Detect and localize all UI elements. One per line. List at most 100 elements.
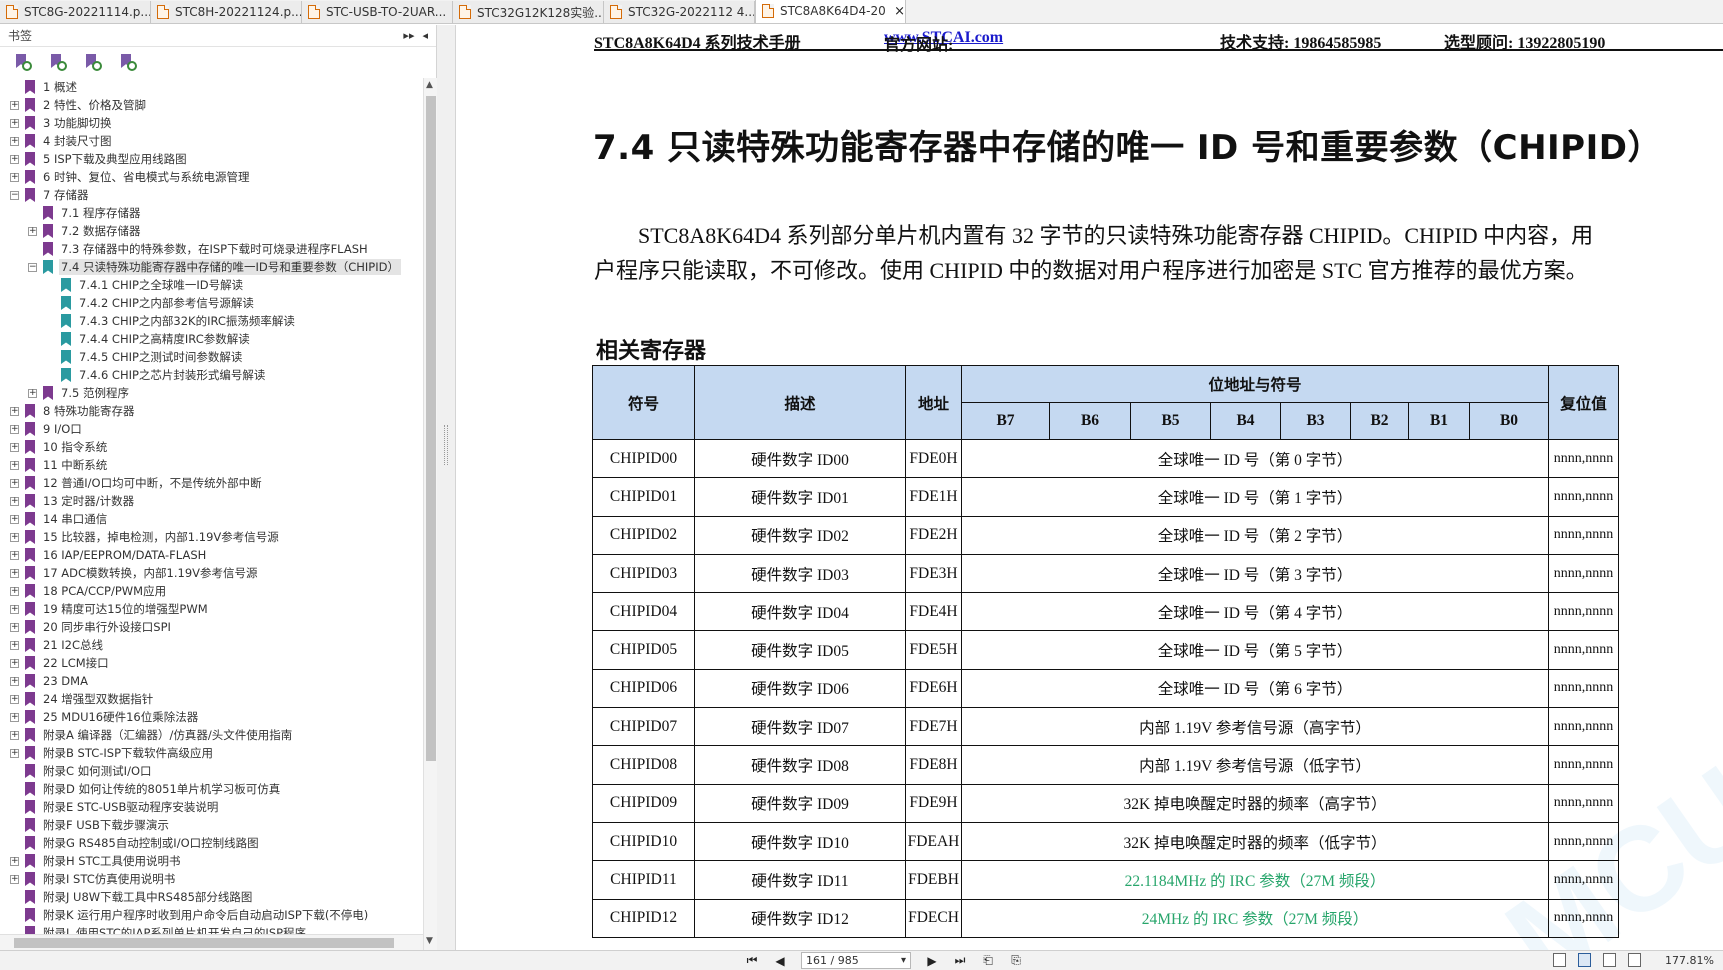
bookmark-find-icon[interactable] bbox=[119, 53, 137, 71]
bookmark-item[interactable]: +25 MDU16硬件16位乘除法器 bbox=[0, 708, 423, 726]
panel-splitter[interactable] bbox=[437, 25, 456, 950]
expand-icon[interactable]: + bbox=[10, 118, 19, 128]
expand-icon[interactable]: + bbox=[10, 514, 19, 524]
bookmark-item[interactable]: +23 DMA bbox=[0, 672, 423, 690]
expand-icon[interactable]: + bbox=[10, 676, 19, 686]
bookmark-item[interactable]: +15 比较器，掉电检测，内部1.19V参考信号源 bbox=[0, 528, 423, 546]
bookmark-item[interactable]: 附录E STC-USB驱动程序安装说明 bbox=[0, 798, 423, 816]
bookmark-item[interactable]: 1 概述 bbox=[0, 78, 423, 96]
prev-page-icon[interactable]: ◀ bbox=[773, 954, 787, 968]
bookmark-item[interactable]: + 附录B STC-ISP下载软件高级应用 bbox=[0, 744, 423, 762]
continuous-view-icon[interactable] bbox=[1578, 953, 1591, 967]
bookmark-item[interactable]: 7.4.6 CHIP之芯片封装形式编号解读 bbox=[0, 366, 423, 384]
scroll-down-icon[interactable]: ▼ bbox=[426, 936, 433, 946]
expand-icon[interactable]: + bbox=[10, 622, 19, 632]
bookmark-item[interactable]: 附录G RS485自动控制或I/O口控制线路图 bbox=[0, 834, 423, 852]
expand-icon[interactable]: + bbox=[10, 100, 19, 110]
expand-icon[interactable]: + bbox=[28, 226, 37, 236]
bookmark-item[interactable]: 7.4.2 CHIP之内部参考信号源解读 bbox=[0, 294, 423, 312]
last-page-icon[interactable]: ⏭ bbox=[953, 953, 967, 968]
expand-icon[interactable]: + bbox=[10, 604, 19, 614]
book-view-icon[interactable] bbox=[1628, 953, 1641, 967]
collapse-icon[interactable]: − bbox=[10, 190, 19, 200]
bookmark-item[interactable]: +14 串口通信 bbox=[0, 510, 423, 528]
bookmark-item[interactable]: +2 特性、价格及管脚 bbox=[0, 96, 423, 114]
collapse-icon[interactable]: − bbox=[28, 262, 37, 272]
panel-close-icon[interactable]: ◂ bbox=[422, 29, 428, 42]
expand-icon[interactable]: + bbox=[10, 406, 19, 416]
bookmark-item[interactable]: +8 特殊功能寄存器 bbox=[0, 402, 423, 420]
expand-icon[interactable]: + bbox=[10, 568, 19, 578]
first-page-icon[interactable]: ⏮ bbox=[745, 953, 759, 968]
document-tab[interactable]: STC32G12K128实验... bbox=[453, 1, 604, 23]
expand-icon[interactable]: + bbox=[10, 478, 19, 488]
bookmark-item[interactable]: + 附录I STC仿真使用说明书 bbox=[0, 870, 423, 888]
panel-expand-icon[interactable]: ▸▸ bbox=[403, 29, 414, 42]
bookmark-item[interactable]: 7.3 存储器中的特殊参数，在ISP下载时可烧录进程序FLASH bbox=[0, 240, 423, 258]
bookmark-item[interactable]: +16 IAP/EEPROM/DATA-FLASH bbox=[0, 546, 423, 564]
bookmark-item[interactable]: 7.4.3 CHIP之内部32K的IRC振荡频率解读 bbox=[0, 312, 423, 330]
sidebar-horizontal-scrollbar[interactable] bbox=[0, 934, 423, 950]
bookmark-item[interactable]: 7.4.4 CHIP之高精度IRC参数解读 bbox=[0, 330, 423, 348]
bookmark-item[interactable]: 附录C 如何测试I/O口 bbox=[0, 762, 423, 780]
bookmark-item[interactable]: 7.1 程序存储器 bbox=[0, 204, 423, 222]
scroll-thumb-horizontal[interactable] bbox=[14, 938, 394, 948]
bookmark-item[interactable]: +24 增强型双数据指针 bbox=[0, 690, 423, 708]
expand-icon[interactable]: + bbox=[10, 712, 19, 722]
splitter-grip[interactable] bbox=[444, 425, 448, 465]
sidebar-vertical-scrollbar[interactable]: ▲ ▼ bbox=[423, 78, 437, 950]
expand-icon[interactable]: + bbox=[10, 586, 19, 596]
bookmark-item[interactable]: 7.4.5 CHIP之测试时间参数解读 bbox=[0, 348, 423, 366]
document-tab[interactable]: STC32G-2022112 4... bbox=[604, 1, 755, 23]
expand-icon[interactable]: + bbox=[10, 532, 19, 542]
expand-icon[interactable]: + bbox=[10, 730, 19, 740]
expand-icon[interactable]: + bbox=[10, 154, 19, 164]
expand-icon[interactable]: + bbox=[28, 388, 37, 398]
bookmark-item[interactable]: +17 ADC模数转换，内部1.19V参考信号源 bbox=[0, 564, 423, 582]
document-tab[interactable]: STC8H-20221124.p... bbox=[151, 1, 302, 23]
bookmark-item[interactable]: +18 PCA/CCP/PWM应用 bbox=[0, 582, 423, 600]
expand-icon[interactable]: + bbox=[10, 136, 19, 146]
page-number-input[interactable]: 161 / 985 bbox=[801, 952, 911, 969]
expand-icon[interactable]: + bbox=[10, 874, 19, 884]
bookmark-item[interactable]: + 附录H STC工具使用说明书 bbox=[0, 852, 423, 870]
expand-icon[interactable]: + bbox=[10, 424, 19, 434]
bookmark-item[interactable]: +12 普通I/O口均可中断，不是传统外部中断 bbox=[0, 474, 423, 492]
bookmark-item[interactable]: +22 LCM接口 bbox=[0, 654, 423, 672]
back-view-icon[interactable]: ⎗ bbox=[981, 953, 995, 968]
expand-icon[interactable]: + bbox=[10, 748, 19, 758]
bookmark-item[interactable]: +13 定时器/计数器 bbox=[0, 492, 423, 510]
bookmark-collapse-icon[interactable] bbox=[49, 53, 67, 71]
bookmark-item[interactable]: +5 ISP下载及典型应用线路图 bbox=[0, 150, 423, 168]
facing-view-icon[interactable] bbox=[1603, 953, 1616, 967]
bookmark-item[interactable]: + 附录A 编译器（汇编器）/仿真器/头文件使用指南 bbox=[0, 726, 423, 744]
expand-icon[interactable]: + bbox=[10, 640, 19, 650]
forward-view-icon[interactable]: ⎘ bbox=[1009, 953, 1023, 968]
bookmark-item[interactable]: 附录F USB下载步骤演示 bbox=[0, 816, 423, 834]
scroll-up-icon[interactable]: ▲ bbox=[426, 80, 433, 90]
bookmark-item[interactable]: − 7 存储器 bbox=[0, 186, 423, 204]
expand-icon[interactable]: + bbox=[10, 856, 19, 866]
document-tab[interactable]: STC8A8K64D4-2022... × bbox=[755, 0, 906, 23]
bookmark-item[interactable]: 附录K 运行用户程序时收到用户命令后自动启动ISP下载(不停电) bbox=[0, 906, 423, 924]
bookmark-item[interactable]: +9 I/O口 bbox=[0, 420, 423, 438]
expand-icon[interactable]: + bbox=[10, 442, 19, 452]
bookmark-item[interactable]: +21 I2C总线 bbox=[0, 636, 423, 654]
bookmark-item[interactable]: +19 精度可达15位的增强型PWM bbox=[0, 600, 423, 618]
bookmark-item[interactable]: − 7.4 只读特殊功能寄存器中存储的唯一ID号和重要参数（CHIPID） bbox=[0, 258, 423, 276]
expand-icon[interactable]: + bbox=[10, 460, 19, 470]
scroll-thumb[interactable] bbox=[426, 96, 436, 761]
bookmark-item[interactable]: 7.4.1 CHIP之全球唯一ID号解读 bbox=[0, 276, 423, 294]
bookmark-item[interactable]: +3 功能脚切换 bbox=[0, 114, 423, 132]
next-page-icon[interactable]: ▶ bbox=[925, 954, 939, 968]
zoom-level[interactable]: 177.81% bbox=[1665, 954, 1714, 967]
bookmark-item[interactable]: +6 时钟、复位、省电模式与系统电源管理 bbox=[0, 168, 423, 186]
close-tab-icon[interactable]: × bbox=[894, 4, 905, 19]
bookmark-item[interactable]: +7.2 数据存储器 bbox=[0, 222, 423, 240]
expand-icon[interactable]: + bbox=[10, 550, 19, 560]
single-page-view-icon[interactable] bbox=[1553, 953, 1566, 967]
expand-icon[interactable]: + bbox=[10, 496, 19, 506]
expand-icon[interactable]: + bbox=[10, 658, 19, 668]
bookmark-expand-icon[interactable] bbox=[14, 53, 32, 71]
bookmark-item[interactable]: +4 封装尺寸图 bbox=[0, 132, 423, 150]
